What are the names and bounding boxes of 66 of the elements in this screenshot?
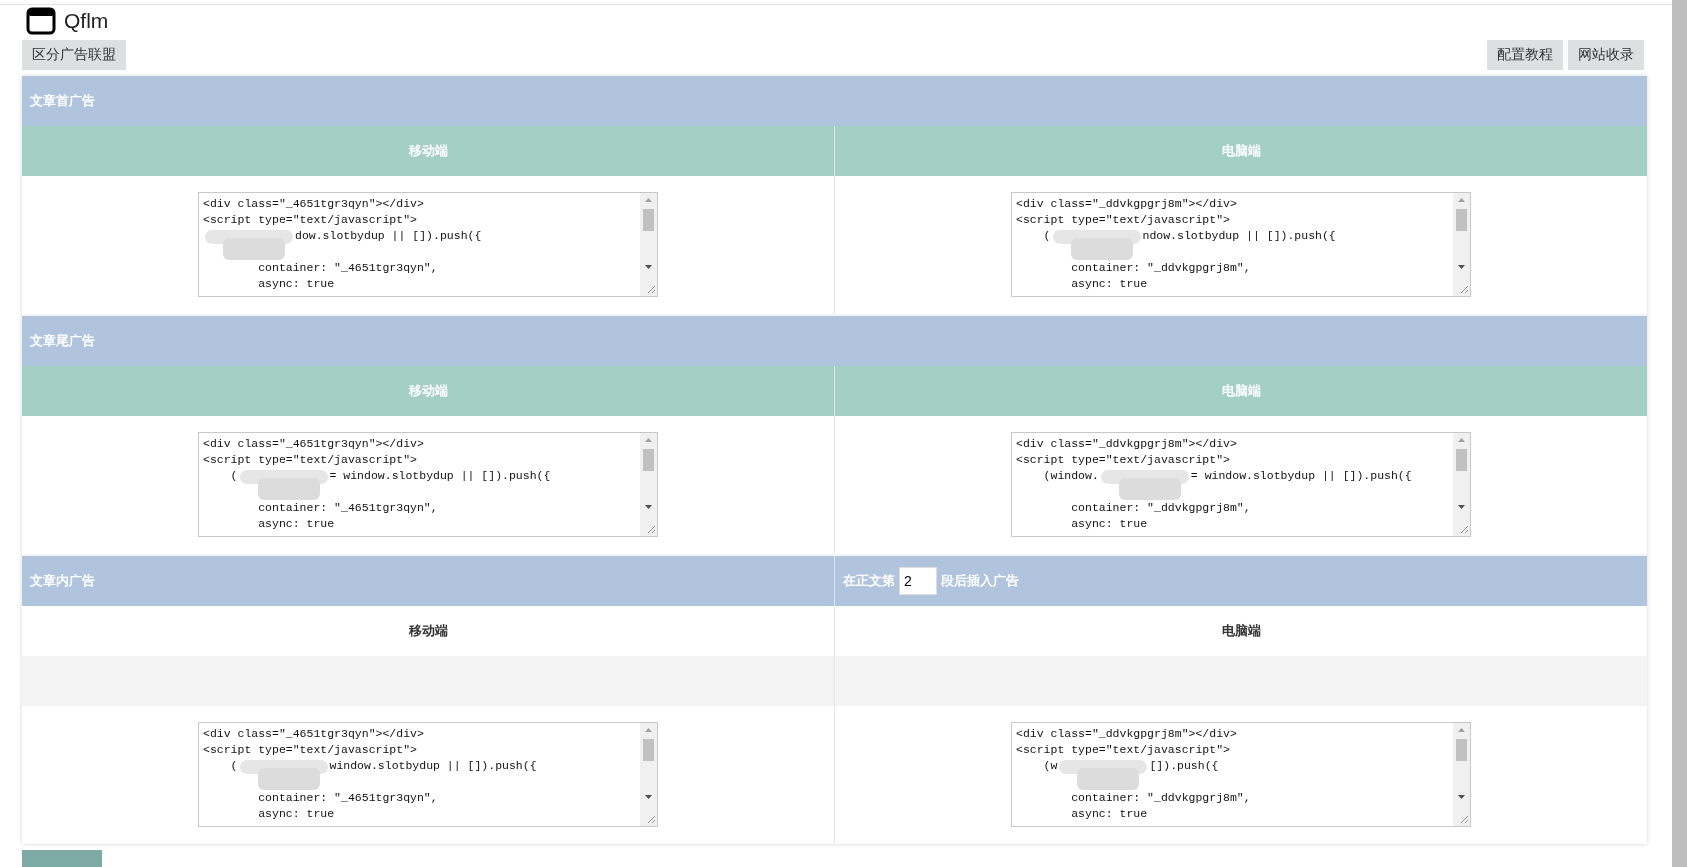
section-title: 文章尾广告	[30, 332, 95, 351]
insert-label: 在正文第	[843, 572, 895, 591]
paragraph-input[interactable]: 2	[899, 566, 937, 595]
scrollbar[interactable]	[640, 433, 657, 537]
code-line: <div class="_4651tgr3qyn"></div>	[203, 196, 425, 213]
column-label: 移动端	[408, 382, 448, 401]
code-line: container: "_ddvkgpgrj8m",	[1070, 260, 1252, 277]
code-line: <script type="text/javascript">	[203, 212, 418, 229]
code-line: <script type="text/javascript">	[1016, 452, 1231, 469]
code-line: (	[229, 468, 238, 485]
code-field[interactable]: <div class="_ddvkgpgrj8m"></div> <script type="text/javascript"> ( ndow.slotbydup || []).push({ container: "_ddvkgpgrj8m", async: true	[1011, 192, 1471, 298]
code-line: <div class="_4651tgr3qyn"></div>	[203, 436, 425, 453]
insert-label: 段后插入广告	[941, 572, 1019, 591]
toolbar-button[interactable]: 网站收录	[1568, 39, 1644, 70]
code-field[interactable]: <div class="_ddvkgpgrj8m"></div> <script type="text/javascript"> (window. = window.slotbydup || []).push({ container: "_ddvkgpgrj8m", async: true	[1011, 432, 1471, 538]
column-label: 电脑端	[1221, 382, 1261, 401]
code-line: async: true	[257, 276, 336, 293]
code-line: <script type="text/javascript">	[203, 742, 418, 759]
scrollbar[interactable]	[640, 193, 657, 297]
code-field[interactable]: <div class="_ddvkgpgrj8m"></div> <script type="text/javascript"> (w []).push({ container: "_ddvkgpgrj8m", async: true	[1011, 722, 1471, 828]
code-line: async: true	[1070, 516, 1149, 533]
code-field[interactable]: <div class="_4651tgr3qyn"></div> <script type="text/javascript"> ( = window.slotbydup || []).push({ container: "_4651tgr3qyn", async: true	[198, 432, 658, 538]
save-button[interactable]	[22, 849, 102, 867]
code-line: async: true	[257, 516, 336, 533]
code-line: <div class="_ddvkgpgrj8m"></div>	[1016, 196, 1238, 213]
code-line: <div class="_4651tgr3qyn"></div>	[203, 726, 425, 743]
code-line: = window.slotbydup || []).push({	[329, 468, 551, 485]
code-line: []).push({	[1149, 758, 1219, 775]
code-line: <div class="_ddvkgpgrj8m"></div>	[1016, 436, 1238, 453]
app-title: Qflm	[64, 8, 109, 35]
code-line: <script type="text/javascript">	[1016, 212, 1231, 229]
scrollbar[interactable]	[1453, 193, 1470, 297]
code-line: <script type="text/javascript">	[203, 452, 418, 469]
scrollbar[interactable]	[1453, 433, 1470, 537]
scrollbar[interactable]	[1453, 723, 1470, 827]
window-icon	[26, 7, 56, 36]
code-line: (window.	[1042, 468, 1099, 485]
column-label: 移动端	[408, 142, 448, 161]
code-line: (	[1042, 228, 1051, 245]
code-line: <script type="text/javascript">	[1016, 742, 1231, 759]
code-line: container: "_ddvkgpgrj8m",	[1070, 500, 1252, 517]
code-line: dow.slotbydup || []).push({	[295, 228, 482, 245]
code-line: async: true	[257, 806, 336, 823]
code-line: (w	[1042, 758, 1058, 775]
section-title: 文章首广告	[30, 92, 95, 111]
code-line: async: true	[1070, 806, 1149, 823]
code-field[interactable]: <div class="_4651tgr3qyn"></div> <script type="text/javascript"> dow.slotbydup || []).push({ container: "_4651tgr3qyn", async: true	[198, 192, 658, 298]
code-line: = window.slotbydup || []).push({	[1190, 468, 1412, 485]
column-label: 电脑端	[1221, 142, 1261, 161]
column-label: 电脑端	[1221, 622, 1261, 641]
code-line: container: "_4651tgr3qyn",	[257, 260, 439, 277]
code-line: (	[229, 758, 238, 775]
code-field[interactable]: <div class="_4651tgr3qyn"></div> <script type="text/javascript"> ( window.slotbydup || []).push({ container: "_4651tgr3qyn", async: true	[198, 722, 658, 828]
code-line: container: "_4651tgr3qyn",	[257, 500, 439, 517]
code-line: async: true	[1070, 276, 1149, 293]
toolbar-button[interactable]: 区分广告联盟	[22, 39, 126, 70]
code-line: <div class="_ddvkgpgrj8m"></div>	[1016, 726, 1238, 743]
section-title: 文章内广告	[30, 572, 95, 591]
page-scrollbar[interactable]	[1672, 0, 1687, 867]
scrollbar[interactable]	[640, 723, 657, 827]
column-label: 移动端	[408, 622, 448, 641]
code-line: container: "_4651tgr3qyn",	[257, 790, 439, 807]
toolbar-button[interactable]: 配置教程	[1487, 39, 1563, 70]
code-line: window.slotbydup || []).push({	[329, 758, 537, 775]
code-line: ndow.slotbydup || []).push({	[1142, 228, 1336, 245]
code-line: container: "_ddvkgpgrj8m",	[1070, 790, 1252, 807]
